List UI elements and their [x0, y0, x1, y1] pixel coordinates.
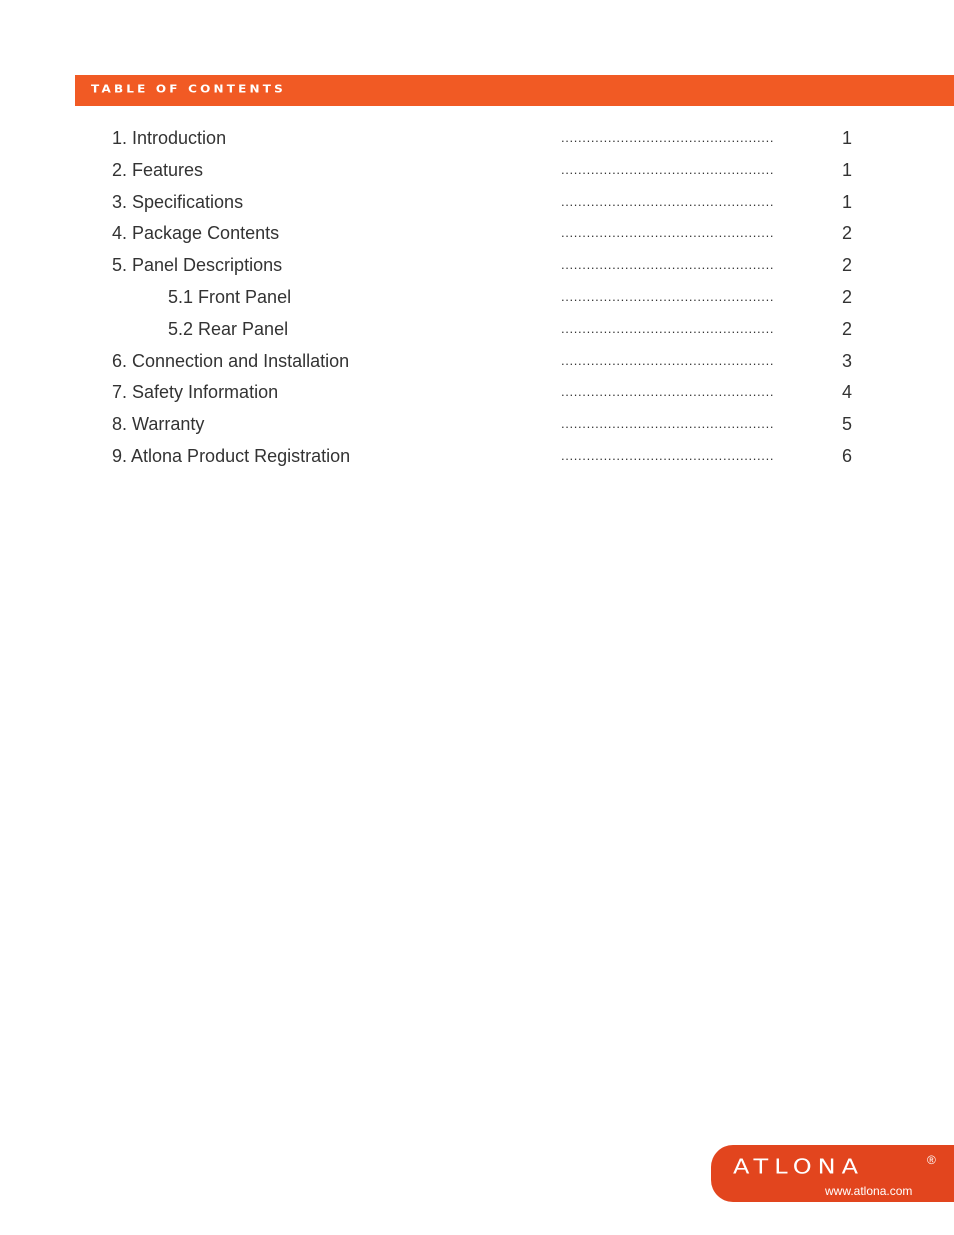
toc-entry-label: 3. Specifications [112, 192, 244, 212]
toc-entry[interactable]: 6. Connection and Installation .........… [0, 349, 954, 373]
toc-title: TABLE OF CONTENTS [91, 83, 286, 95]
toc-header-bar: TABLE OF CONTENTS [75, 75, 954, 106]
toc-entry-page: 6 [841, 446, 852, 466]
toc-leader-dots: ........................................… [561, 194, 775, 209]
toc-entry[interactable]: 9. Atlona Product Registration .........… [0, 444, 954, 468]
brand-wordmark: ATLONA [733, 1155, 864, 1179]
toc-leader-dots: ........................................… [561, 225, 775, 240]
toc-entry-page: 5 [841, 414, 852, 434]
toc-entry-label: 4. Package Contents [112, 223, 280, 243]
toc-entry-page: 1 [841, 160, 852, 180]
toc-entry[interactable]: 3. Specifications ......................… [0, 190, 954, 214]
toc-leader-dots: ........................................… [561, 416, 775, 431]
toc-leader-dots: ........................................… [561, 448, 775, 463]
toc-entry[interactable]: 1. Introduction ........................… [0, 126, 954, 150]
toc-entry-page: 1 [841, 192, 852, 212]
toc-leader-dots: ........................................… [561, 353, 775, 368]
toc-entry-page: 2 [841, 255, 852, 275]
toc-entry-label: 6. Connection and Installation [112, 351, 350, 371]
toc-entry-label: 1. Introduction [112, 128, 227, 148]
registered-mark: ® [927, 1153, 936, 1167]
toc-entry-label: 5.2 Rear Panel [168, 319, 289, 339]
toc-entry-label: 5.1 Front Panel [168, 287, 292, 307]
toc-entry[interactable]: 8. Warranty ............................… [0, 412, 954, 436]
toc-entry-page: 2 [841, 287, 852, 307]
toc-entry-label: 8. Warranty [112, 414, 205, 434]
toc-entry-label: 9. Atlona Product Registration [112, 446, 351, 466]
toc-leader-dots: ........................................… [561, 289, 775, 304]
toc-entry[interactable]: 4. Package Contents ....................… [0, 221, 954, 245]
toc-entry[interactable]: 2. Features ............................… [0, 158, 954, 182]
toc-entry-page: 3 [841, 351, 852, 371]
atlona-logo: ATLONA ® www.atlona.com [711, 1145, 954, 1202]
brand-url: www.atlona.com [825, 1184, 913, 1198]
toc-leader-dots: ........................................… [561, 384, 775, 399]
toc-leader-dots: ........................................… [561, 130, 775, 145]
toc-entry[interactable]: 5. Panel Descriptions ..................… [0, 253, 954, 277]
toc-entry-page: 2 [841, 319, 852, 339]
toc-entry[interactable]: 7. Safety Information ..................… [0, 380, 954, 404]
toc-entry-page: 2 [841, 223, 852, 243]
toc-entry-page: 1 [841, 128, 852, 148]
toc-leader-dots: ........................................… [561, 257, 775, 272]
toc-entry-page: 4 [841, 382, 852, 402]
toc-entry-label: 7. Safety Information [112, 382, 279, 402]
toc-entry-label: 2. Features [112, 160, 204, 180]
toc-leader-dots: ........................................… [561, 321, 775, 336]
toc-entry-label: 5. Panel Descriptions [112, 255, 283, 275]
toc-leader-dots: ........................................… [561, 162, 775, 177]
toc-subentry[interactable]: 5.2 Rear Panel .........................… [0, 317, 954, 341]
toc-subentry[interactable]: 5.1 Front Panel ........................… [0, 285, 954, 309]
